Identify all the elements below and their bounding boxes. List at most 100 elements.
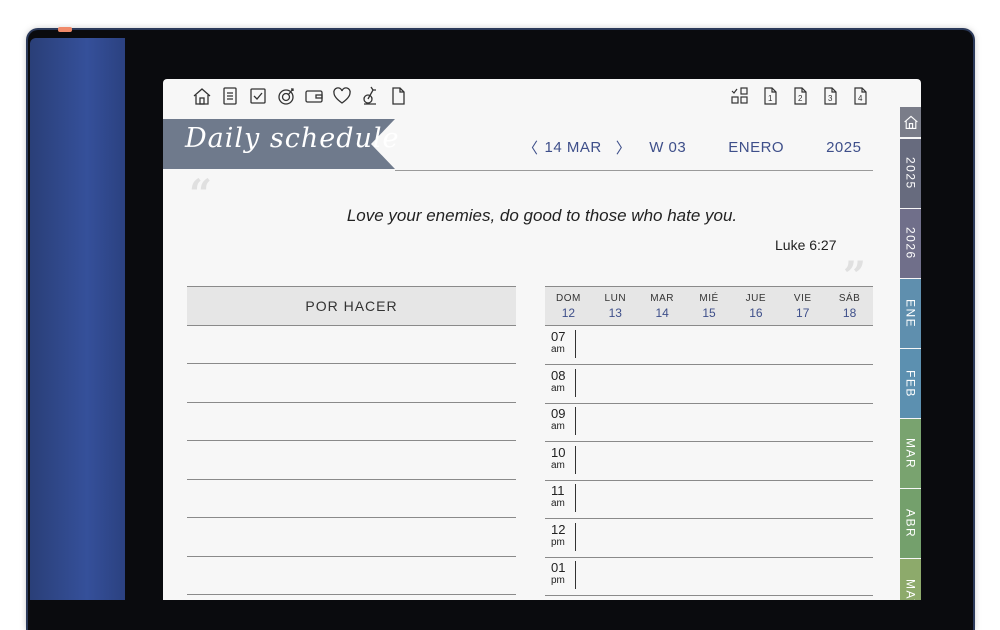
page-2-number: 2 xyxy=(798,94,803,103)
week-strip: DOM 12 LUN 13 MAR 14 MIÉ 15 JUE 16 VIE 17 SÁB 18 xyxy=(545,286,873,326)
year-link[interactable]: 2025 xyxy=(826,139,861,156)
side-tab-label: 2026 xyxy=(903,227,918,260)
hour-number: 01 xyxy=(551,560,566,575)
todo-header: POR HACER xyxy=(187,286,516,326)
page-1-icon[interactable]: 1 xyxy=(759,85,781,107)
side-tab-feb[interactable]: FEB xyxy=(900,349,921,418)
page-1-number: 1 xyxy=(768,94,773,103)
side-tab-label: ENE xyxy=(903,298,918,329)
side-tab-home[interactable] xyxy=(900,107,921,137)
side-tab-label: 2025 xyxy=(903,157,918,190)
side-tab-abr[interactable]: ABR xyxy=(900,489,921,558)
toolbar-right: 1 2 3 4 xyxy=(729,85,871,107)
hour-number: 11 xyxy=(551,483,565,498)
page-4-icon[interactable]: 4 xyxy=(849,85,871,107)
hour-row[interactable]: 11 am xyxy=(545,480,873,519)
hour-row[interactable]: 10 am xyxy=(545,442,873,481)
week-day-label: SÁB xyxy=(838,292,861,304)
hour-label: 10 am xyxy=(551,444,576,474)
hour-ampm: am xyxy=(551,382,565,394)
week-day-label: MIÉ xyxy=(699,292,719,304)
home-icon[interactable] xyxy=(191,85,213,107)
side-tab-ene[interactable]: ENE xyxy=(900,279,921,348)
side-tab-2025[interactable]: 2025 xyxy=(900,139,921,208)
week-day-mar[interactable]: MAR 14 xyxy=(639,287,686,325)
side-tab-label: ABR xyxy=(903,508,918,539)
hour-label: 07 am xyxy=(551,330,576,358)
week-day-lun[interactable]: LUN 13 xyxy=(592,287,639,325)
side-tab-label: FEB xyxy=(903,369,918,398)
page-3-number: 3 xyxy=(828,94,833,103)
hour-row[interactable]: 01 pm xyxy=(545,557,873,596)
hour-number: 07 xyxy=(551,329,566,344)
week-day-label: VIE xyxy=(793,292,812,304)
week-day-label: MAR xyxy=(650,292,675,304)
hour-label: 11 am xyxy=(551,484,576,512)
todo-line[interactable] xyxy=(187,478,516,480)
next-day-button[interactable]: 〉 xyxy=(616,137,632,158)
hour-label: 12 pm xyxy=(551,522,576,551)
planner-page: 1 2 3 4 Daily schedule 〈 14 MAR 〉 W 03 E… xyxy=(163,79,921,600)
date-navigation: 〈 14 MAR 〉 W 03 ENERO 2025 xyxy=(523,137,861,158)
page-2-icon[interactable]: 2 xyxy=(789,85,811,107)
side-tab-mar[interactable]: MAR xyxy=(900,419,921,488)
checkbox-icon[interactable] xyxy=(247,85,269,107)
prev-day-button[interactable]: 〈 xyxy=(523,137,539,158)
wallet-icon[interactable] xyxy=(303,85,325,107)
week-day-number: 13 xyxy=(608,305,622,320)
side-tab-2026[interactable]: 2026 xyxy=(900,209,921,278)
hour-ampm: am xyxy=(551,459,565,471)
page-3-icon[interactable]: 3 xyxy=(819,85,841,107)
toolbar-left xyxy=(191,85,409,107)
hour-row[interactable]: 12 pm xyxy=(545,519,873,558)
notes-icon[interactable] xyxy=(219,85,241,107)
month-link[interactable]: ENERO xyxy=(728,139,784,156)
hour-row[interactable]: 07 am xyxy=(545,326,873,365)
week-day-number: 18 xyxy=(842,305,857,320)
week-day-dom[interactable]: DOM 12 xyxy=(545,287,592,325)
week-day-number: 14 xyxy=(655,305,669,320)
week-day-number: 15 xyxy=(702,305,716,320)
todo-line[interactable] xyxy=(187,363,516,364)
todo-line[interactable] xyxy=(187,401,516,403)
hour-ampm: pm xyxy=(551,575,565,586)
week-day-sáb[interactable]: SÁB 18 xyxy=(826,287,873,325)
header-divider xyxy=(395,170,873,171)
hour-label: 08 am xyxy=(551,367,576,397)
page-icon[interactable] xyxy=(387,85,409,107)
todo-line[interactable] xyxy=(187,594,516,595)
hour-ampm: am xyxy=(551,498,565,509)
hour-number: 10 xyxy=(551,444,566,460)
current-date: 14 MAR xyxy=(544,139,602,156)
todo-line[interactable] xyxy=(187,517,516,518)
fitness-icon[interactable] xyxy=(359,85,381,107)
hour-row[interactable]: 09 am xyxy=(545,403,873,442)
week-day-number: 17 xyxy=(796,305,810,320)
todo-line[interactable] xyxy=(187,555,516,557)
tablet-cover xyxy=(30,38,125,600)
status-led xyxy=(58,27,72,32)
hour-ampm: pm xyxy=(551,536,565,548)
side-tab-label: MAY xyxy=(903,578,918,600)
side-tab-label: MAR xyxy=(903,437,918,470)
quote-reference: Luke 6:27 xyxy=(775,237,837,253)
hour-number: 09 xyxy=(551,406,566,421)
layout-icon[interactable] xyxy=(729,85,751,107)
week-link[interactable]: W 03 xyxy=(649,139,686,156)
week-day-number: 16 xyxy=(749,305,763,320)
week-day-mié[interactable]: MIÉ 15 xyxy=(686,287,733,325)
side-tab-may[interactable]: MAY xyxy=(900,559,921,600)
hour-label: 09 am xyxy=(551,407,576,435)
hour-row[interactable]: 08 am xyxy=(545,365,873,404)
hour-number: 08 xyxy=(551,367,566,383)
todo-line[interactable] xyxy=(187,440,516,441)
quote-text: Love your enemies, do good to those who … xyxy=(346,206,738,225)
heart-icon[interactable] xyxy=(331,85,353,107)
week-day-vie[interactable]: VIE 17 xyxy=(779,287,826,325)
week-day-jue[interactable]: JUE 16 xyxy=(732,287,779,325)
goal-icon[interactable] xyxy=(275,85,297,107)
page-title: Daily schedule xyxy=(185,123,400,154)
week-day-label: JUE xyxy=(745,292,767,304)
week-day-label: LUN xyxy=(604,292,627,304)
week-day-label: DOM xyxy=(556,292,581,304)
